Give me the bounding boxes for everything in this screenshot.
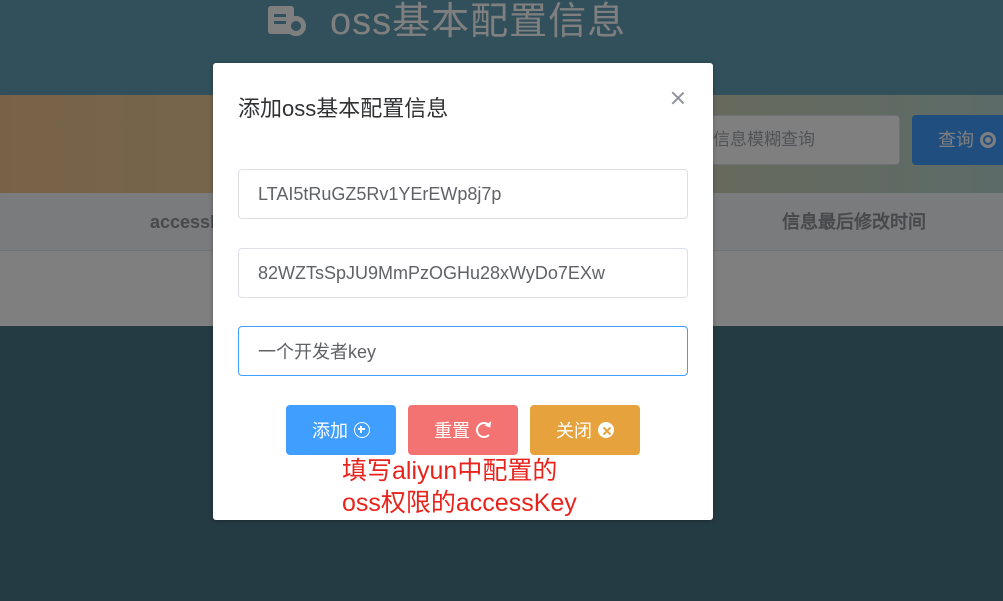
add-config-dialog: 添加oss基本配置信息 添加 重置 关闭 填写aliyun中配置的 oss权限的…	[213, 63, 713, 520]
close-icon[interactable]	[667, 87, 689, 109]
reset-button[interactable]: 重置	[408, 405, 518, 455]
annotation-line-1: 填写aliyun中配置的	[342, 457, 558, 485]
add-button-label: 添加	[312, 421, 348, 441]
description-field[interactable]	[238, 326, 688, 376]
add-button[interactable]: 添加	[286, 405, 396, 455]
reset-button-label: 重置	[434, 421, 470, 441]
access-key-id-field[interactable]	[238, 169, 688, 219]
annotation-line-2: oss权限的accessKey	[342, 489, 577, 517]
circle-close-icon	[598, 422, 614, 438]
circle-plus-icon	[354, 422, 370, 438]
access-key-secret-field[interactable]	[238, 248, 688, 298]
dialog-title: 添加oss基本配置信息	[238, 96, 449, 121]
annotation-text: 填写aliyun中配置的 oss权限的accessKey	[342, 455, 577, 519]
refresh-icon	[476, 422, 492, 438]
close-button[interactable]: 关闭	[530, 405, 640, 455]
close-button-label: 关闭	[556, 421, 592, 441]
